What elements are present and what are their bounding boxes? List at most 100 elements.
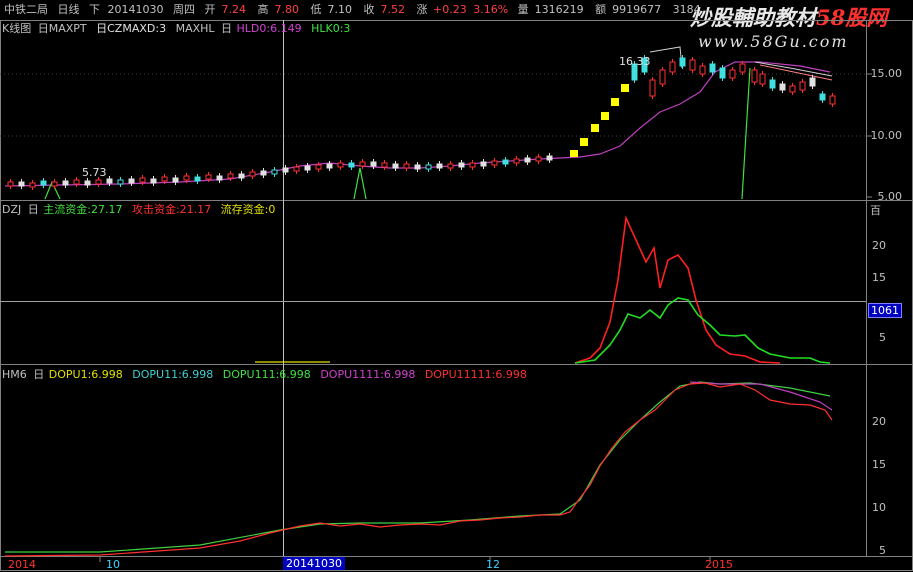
candle [779,83,786,91]
candle [469,162,476,168]
candle [425,164,432,170]
panel2-item: 流存资金:0 [220,203,276,216]
candle [293,166,300,172]
candle [546,155,553,161]
x-label-12: 12 [486,558,500,571]
candle [679,57,686,67]
panel1-ytick: 15.00 [870,67,903,80]
candle [480,161,487,167]
candle [739,63,746,73]
low-annotation: 5.73 [82,166,107,179]
panel3-item: DOPU11111:6.998 [424,368,527,381]
panel2-item: 日 [27,203,39,216]
panel3-item: 日 [33,368,45,381]
panel3-ytick: 5 [879,544,886,557]
panel3-item: DOPU11:6.998 [132,368,214,381]
candle [403,163,410,169]
panel3-item: DOPU1:6.998 [48,368,123,381]
candle [161,176,168,182]
upper-envelope-2 [759,64,833,81]
candle [73,179,80,185]
candle [447,163,454,169]
chart-canvas [0,20,913,571]
candle [381,162,388,168]
panel2-ytick: 15 [872,271,886,284]
candle [359,161,366,167]
candle [337,162,344,168]
candle [392,163,399,169]
x-label-2014: 2014 [8,558,36,571]
panel3-ytick: 20 [872,415,886,428]
panel1-title[interactable]: K线图 [2,22,31,35]
candle [458,162,465,168]
x-label-2015: 2015 [705,558,733,571]
candle [809,77,816,87]
panel3-ytick: 15 [872,458,886,471]
candle [106,178,113,184]
panel1-item: 日 [221,22,233,35]
candle [18,181,25,187]
candle [84,180,91,186]
candle [819,93,826,101]
candle [759,73,766,85]
candle [535,156,542,162]
panel2-ytick: 5 [879,331,886,344]
candle [62,180,69,186]
panel1-header: K线图 日MAXPT 日CZMAXD:3 MAXHL 日 HLD0:6.149 … [2,22,356,35]
candle [95,179,102,185]
candle [7,181,14,187]
candle [29,182,36,188]
candle [271,169,278,175]
panel2-item: 主流资金:27.17 [43,203,123,216]
candle [699,65,706,75]
grid-panel1 [0,73,866,137]
chart-frame [0,20,913,571]
candle [751,69,758,83]
panel1-item: HLD0:6.149 [236,22,302,35]
panel3-item: DOPU111:6.998 [222,368,311,381]
candle [249,171,256,177]
candle [502,159,509,165]
attack-fund-line [574,215,781,364]
panel3-item: DOPU1111:6.998 [320,368,416,381]
candle [40,180,47,186]
candle [117,179,124,185]
candle [799,81,806,91]
candle [172,177,179,183]
candle [649,79,656,97]
candle [436,163,443,169]
candle [216,175,223,181]
candle [51,181,58,187]
candle [260,170,267,176]
candle [709,63,716,73]
candle [414,164,421,170]
candle [304,165,311,171]
panel2-ytick: 20 [872,239,886,252]
panel1-item: 日MAXPT [37,22,87,35]
candle [729,69,736,79]
panel2-title[interactable]: DZJ [2,203,21,216]
candle [689,59,696,71]
candle [194,176,201,182]
candle [524,157,531,163]
candle [348,162,355,168]
cursor-value-badge: 1061 [868,303,902,318]
dopu-green-line [5,381,831,553]
panel3-header: HM6 日 DOPU1:6.998 DOPU11:6.998 DOPU111:6… [2,368,533,381]
panel1-item: HLK0:3 [311,22,351,35]
panel3-ytick: 10 [872,501,886,514]
candle [139,177,146,183]
candles [7,55,836,190]
x-label-10: 10 [106,558,120,571]
panel3-title[interactable]: HM6 [2,368,27,381]
candle [719,67,726,79]
candle [150,178,157,184]
candle [513,158,520,164]
candle [491,160,498,166]
candle [829,95,836,105]
candle [370,161,377,167]
panel1-item: MAXHL [175,22,215,35]
x-label-cursor-date: 20141030 [283,557,345,570]
panel1-ytick: 5.00 [877,190,903,203]
panel1-item: 日CZMAXD:3 [96,22,167,35]
